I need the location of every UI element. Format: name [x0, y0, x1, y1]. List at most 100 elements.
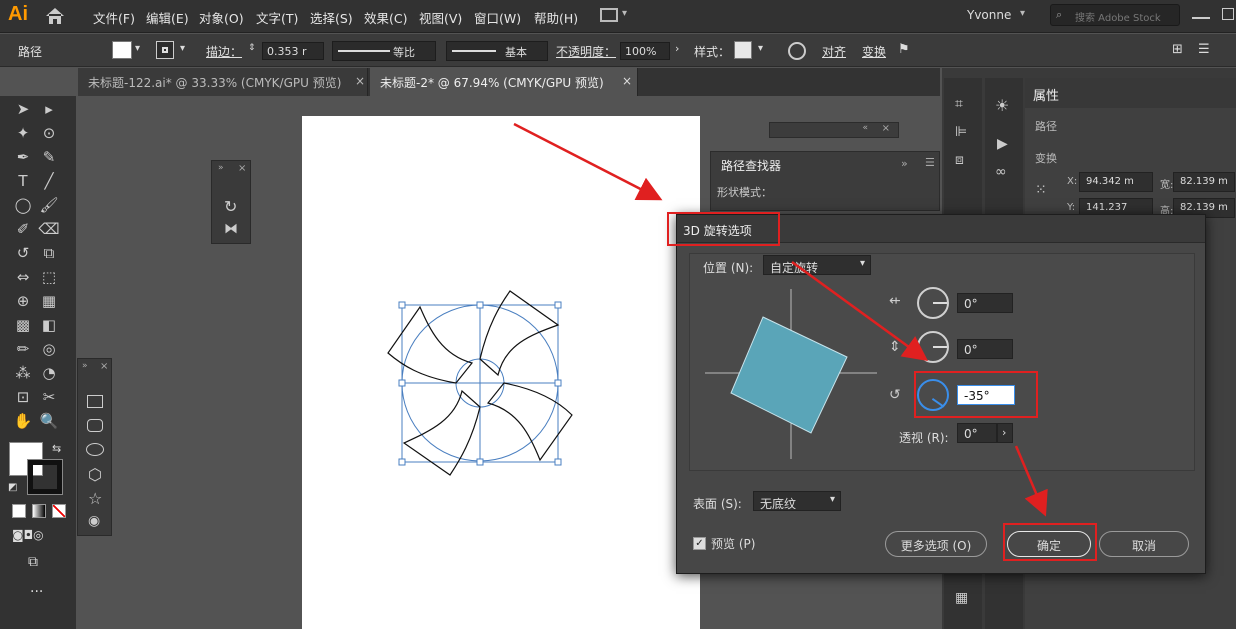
warp-icon[interactable]: ⚑: [898, 42, 910, 57]
draw-mode-icon[interactable]: ◙◘◎: [12, 528, 44, 542]
tab-properties[interactable]: 属性: [1033, 85, 1059, 104]
flare-tool-icon[interactable]: ◉: [88, 513, 100, 529]
rounded-rectangle-tool-icon[interactable]: [87, 419, 103, 432]
menu-select[interactable]: 选择(S): [310, 8, 353, 27]
graph-tool-icon[interactable]: ◔: [36, 364, 62, 386]
surface-dropdown[interactable]: 无底纹 ▾: [753, 491, 841, 511]
scale-tool-icon[interactable]: ⧉: [36, 244, 62, 266]
actions-icon[interactable]: ▶: [997, 136, 1008, 152]
maximize-icon[interactable]: [1222, 8, 1234, 20]
shaper-tool-icon[interactable]: ✐: [10, 220, 36, 242]
home-icon[interactable]: [44, 6, 66, 26]
collapse-icon[interactable]: »: [218, 163, 224, 173]
transform-button[interactable]: 变换: [862, 43, 886, 60]
star-tool-icon[interactable]: ☆: [88, 489, 102, 508]
stroke-color-swatch[interactable]: [27, 459, 63, 495]
position-dropdown[interactable]: 自定旋转 ▾: [763, 255, 871, 275]
line-tool-icon[interactable]: ╱: [36, 172, 62, 194]
gradient-mode-icon[interactable]: [32, 504, 46, 518]
stepper-icon[interactable]: ⇕: [248, 43, 256, 53]
eraser-icon[interactable]: ⌫: [36, 220, 62, 242]
style-swatch[interactable]: [734, 41, 752, 59]
direct-selection-tool-icon[interactable]: ▸: [36, 100, 62, 122]
reference-point-icon[interactable]: ⁙: [1035, 182, 1047, 198]
align-icon[interactable]: ⊫: [955, 124, 967, 140]
menu-view[interactable]: 视图(V): [419, 8, 462, 27]
reflect-icon[interactable]: ⧓: [224, 221, 238, 237]
shape-builder-icon[interactable]: ⊕: [10, 292, 36, 314]
tab-document-1[interactable]: 未标题-122.ai* @ 33.33% (CMYK/GPU 预览): [78, 68, 368, 96]
search-input[interactable]: 搜索 Adobe Stock: [1050, 4, 1180, 26]
symbol-sprayer-icon[interactable]: ⁂: [10, 364, 36, 386]
screen-mode-icon[interactable]: ⧉: [28, 554, 38, 570]
minimize-icon[interactable]: [1192, 17, 1210, 19]
y-angle-field[interactable]: 0°: [957, 339, 1013, 359]
fill-swatch[interactable]: [112, 41, 132, 59]
type-tool-icon[interactable]: T: [10, 172, 36, 194]
menu-type[interactable]: 文字(T): [256, 8, 298, 27]
width-field[interactable]: 82.139 m: [1173, 172, 1235, 192]
collapse-icon[interactable]: »: [901, 157, 908, 170]
rotate-tool-icon[interactable]: ↺: [10, 244, 36, 266]
lasso-icon[interactable]: ⊙: [36, 124, 62, 146]
close-icon[interactable]: ×: [622, 74, 632, 88]
blend-tool-icon[interactable]: ◎: [36, 340, 62, 362]
more-options-button[interactable]: 更多选项 (O): [885, 531, 987, 557]
close-icon[interactable]: ×: [355, 74, 365, 88]
ellipse-tool-icon[interactable]: ◯: [10, 196, 36, 218]
x-field[interactable]: 94.342 m: [1079, 172, 1153, 192]
close-icon[interactable]: ×: [238, 163, 246, 174]
chevron-down-icon[interactable]: ▾: [135, 43, 140, 54]
artboards-icon[interactable]: ⌗: [955, 96, 963, 112]
paintbrush-icon[interactable]: 🖌: [36, 196, 62, 218]
chevron-right-icon[interactable]: ›: [675, 42, 679, 55]
selection-tool-icon[interactable]: ➤: [10, 100, 36, 122]
gradient-tool-icon[interactable]: ◧: [36, 316, 62, 338]
panel-menu-icon[interactable]: ☰: [925, 156, 935, 169]
mesh-tool-icon[interactable]: ▩: [10, 316, 36, 338]
align-button[interactable]: 对齐: [822, 43, 846, 60]
polygon-tool-icon[interactable]: ⬡: [88, 465, 102, 484]
menu-edit[interactable]: 编辑(E): [146, 8, 189, 27]
chevron-down-icon[interactable]: ▾: [622, 8, 627, 19]
default-colors-icon[interactable]: ◩: [8, 482, 17, 493]
transform-icon[interactable]: ⧈: [955, 152, 964, 168]
panel-menu-icon[interactable]: ☰: [1198, 42, 1210, 57]
ellipse-tool-icon[interactable]: [86, 443, 104, 456]
stroke-weight-field[interactable]: 0.353 r: [262, 42, 324, 60]
user-name[interactable]: Yvonne: [967, 8, 1011, 22]
width-tool-icon[interactable]: ⇔: [10, 268, 36, 290]
close-icon[interactable]: ×: [100, 361, 108, 372]
stroke-label[interactable]: 描边：: [206, 43, 242, 60]
y-angle-dial[interactable]: [917, 331, 949, 363]
slice-tool-icon[interactable]: ✂: [36, 388, 62, 410]
menu-help[interactable]: 帮助(H): [534, 8, 578, 27]
none-mode-icon[interactable]: [52, 504, 66, 518]
workspace-icon[interactable]: [600, 8, 618, 22]
curvature-tool-icon[interactable]: ✎: [36, 148, 62, 170]
artwork-selection[interactable]: [380, 285, 580, 485]
arrange-icon[interactable]: ⊞: [1172, 42, 1183, 57]
collapse-icon[interactable]: »: [82, 361, 88, 371]
chevron-down-icon[interactable]: ▾: [1020, 8, 1025, 19]
cancel-button[interactable]: 取消: [1099, 531, 1189, 557]
stroke-swatch[interactable]: [156, 41, 174, 59]
eyedropper-icon[interactable]: ✏: [10, 340, 36, 362]
zoom-tool-icon[interactable]: 🔍: [36, 412, 62, 434]
layers-icon[interactable]: ▦: [955, 590, 968, 606]
chevron-right-icon[interactable]: ›: [997, 423, 1013, 443]
menu-effect[interactable]: 效果(C): [364, 8, 407, 27]
opacity-label[interactable]: 不透明度：: [556, 43, 616, 60]
links-icon[interactable]: ∞: [995, 164, 1007, 180]
appearance-icon[interactable]: ☀: [995, 96, 1009, 115]
pen-tool-icon[interactable]: ✒: [10, 148, 36, 170]
pathfinder-title[interactable]: 路径查找器: [721, 157, 781, 174]
swap-icon[interactable]: ⇆: [52, 442, 61, 455]
free-transform-icon[interactable]: ⬚: [36, 268, 62, 290]
opacity-field[interactable]: 100%: [620, 42, 670, 60]
preview-checkbox[interactable]: ✓: [693, 537, 706, 550]
magic-wand-icon[interactable]: ✦: [10, 124, 36, 146]
perspective-grid-icon[interactable]: ▦: [36, 292, 62, 314]
recolor-icon[interactable]: [788, 42, 806, 60]
chevron-down-icon[interactable]: ▾: [758, 43, 763, 54]
